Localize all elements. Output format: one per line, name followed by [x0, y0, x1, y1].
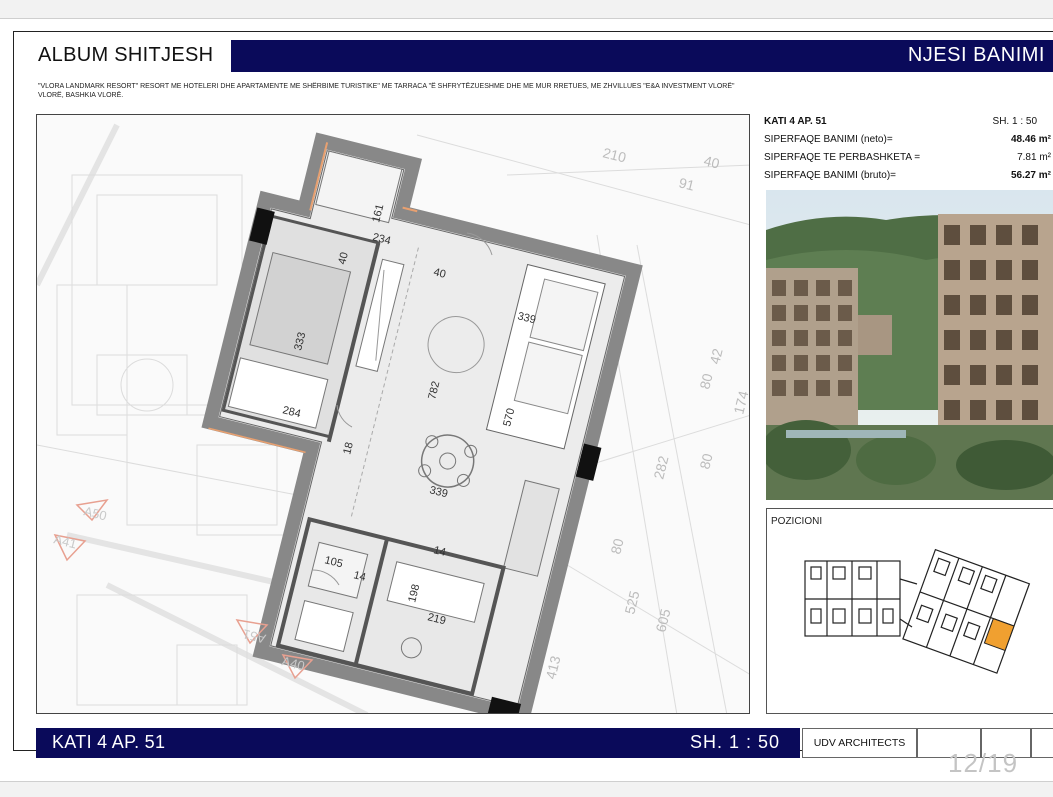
building-rendering — [766, 190, 1053, 500]
unit-info-panel: KATI 4 AP. 51 SH. 1 : 50 SIPERFAQE BANIM… — [764, 112, 1053, 184]
ctx-dim-605: 605 — [652, 607, 673, 634]
scale-label: SH. 1 : 50 — [992, 115, 1037, 127]
ctx-dim-80a: 80 — [696, 372, 715, 391]
floor-plan-drawing: 161 234 40 40 333 339 782 284 570 339 10… — [37, 123, 750, 713]
ctx-dim-91: 91 — [677, 174, 696, 193]
unit-header-row: KATI 4 AP. 51 SH. 1 : 50 — [764, 112, 1053, 130]
area-row-shared: SIPERFAQE TE PERBASHKETA = 7.81 m² — [764, 148, 1053, 166]
area-value: 7.81 m² — [1017, 151, 1051, 163]
area-value: 56.27 m² — [1010, 169, 1051, 181]
ctx-dim-42: 42 — [706, 347, 725, 366]
ctx-dim-80c: 80 — [607, 537, 626, 556]
ctx-dim-282: 282 — [650, 454, 671, 481]
floor-plan: 161 234 40 40 333 339 782 284 570 339 10… — [36, 114, 750, 714]
section-title: NJESI BANIMI — [907, 44, 1045, 66]
footer-unit: KATI 4 AP. 51 — [52, 732, 166, 752]
ctx-dim-210: 210 — [601, 144, 628, 165]
footer-bar: KATI 4 AP. 51 SH. 1 : 50 — [36, 728, 800, 758]
area-label: SIPERFAQE BANIMI (bruto)= — [764, 169, 896, 181]
ctx-dim-40: 40 — [702, 152, 721, 171]
project-description: "VLORA LANDMARK RESORT" RESORT ME HOTELE… — [38, 83, 735, 99]
ctx-dim-174: 174 — [730, 389, 750, 416]
ctx-dim-80b: 80 — [696, 452, 715, 471]
neighbor-a50: A50 — [82, 503, 108, 523]
area-row-neto: SIPERFAQE BANIMI (neto)= 48.46 m² — [764, 130, 1053, 148]
footer-empty-cell — [1031, 728, 1053, 758]
title-bar: NJESI BANIMI — [231, 40, 1053, 72]
area-label: SIPERFAQE BANIMI (neto)= — [764, 133, 893, 145]
architects-label: UDV ARCHITECTS — [813, 737, 906, 749]
ctx-dim-413: 413 — [542, 654, 563, 681]
position-key-plan — [804, 548, 1031, 674]
position-panel: POZICIONI — [766, 508, 1053, 714]
building-rendering-image — [766, 190, 1053, 500]
footer-scale: SH. 1 : 50 — [689, 732, 780, 752]
architects-cell: UDV ARCHITECTS — [802, 728, 917, 758]
ctx-dim-525: 525 — [621, 589, 642, 616]
page-number: 12/19 — [948, 748, 1019, 778]
area-value: 48.46 m² — [1010, 133, 1051, 145]
unit-label: KATI 4 AP. 51 — [764, 115, 827, 127]
area-row-bruto: SIPERFAQE BANIMI (bruto)= 56.27 m² — [764, 166, 1053, 184]
area-label: SIPERFAQE TE PERBASHKETA = — [764, 151, 921, 163]
album-title: ALBUM SHITJESH — [38, 44, 214, 66]
